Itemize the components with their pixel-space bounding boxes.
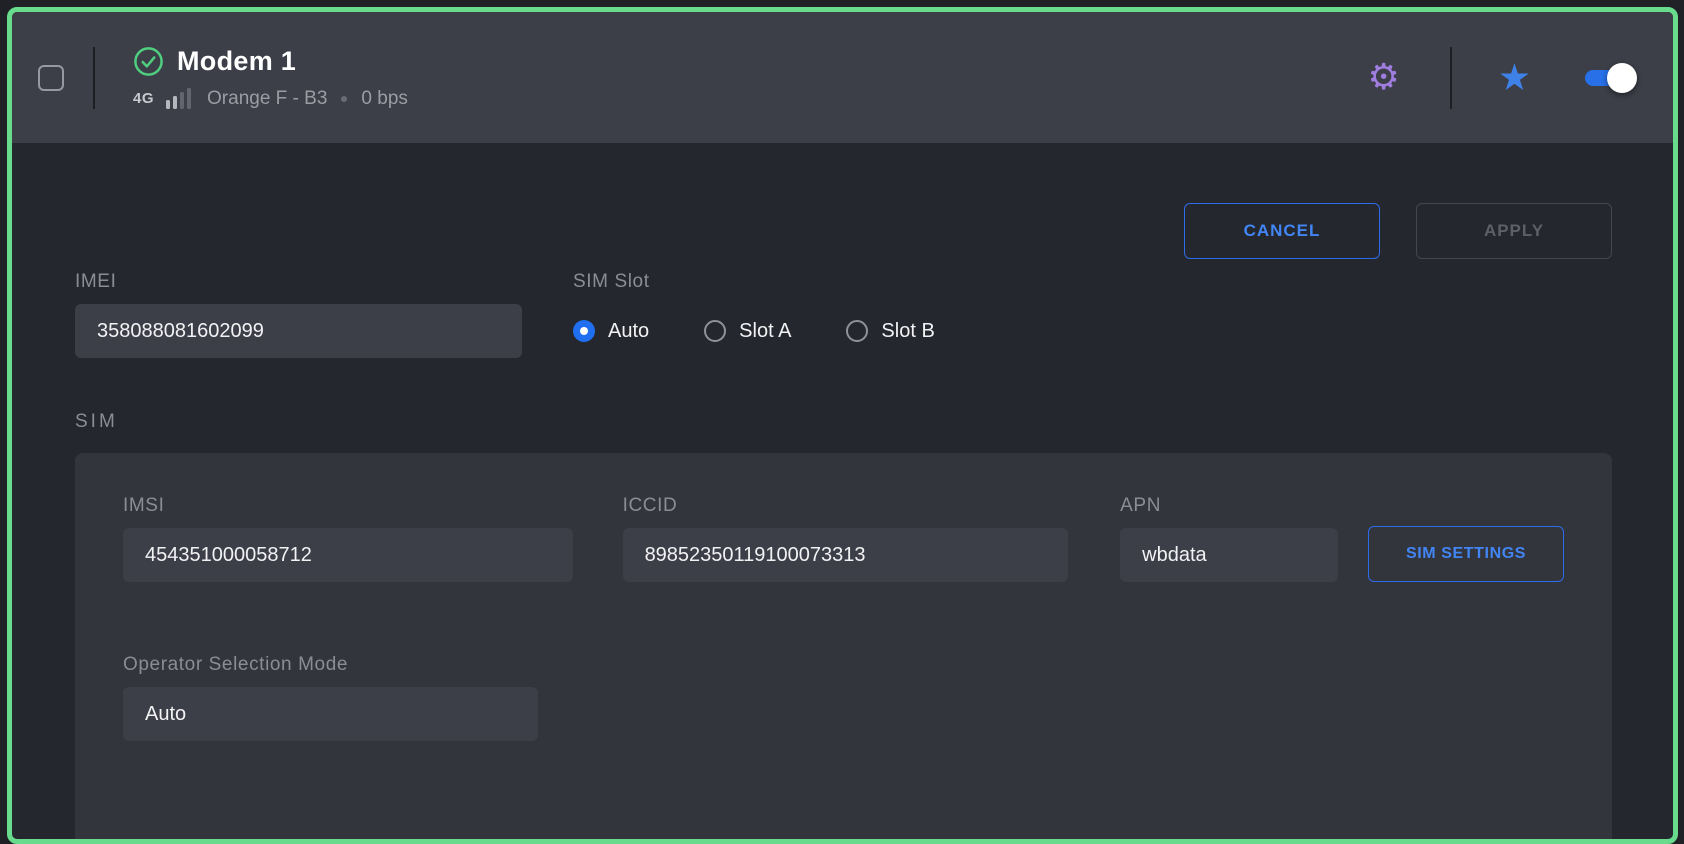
network-type-badge: 4G [133, 90, 154, 107]
header-divider [1450, 47, 1452, 109]
apn-field-group: APN [1120, 495, 1338, 582]
radio-icon [846, 320, 868, 342]
modem-header: Modem 1 4G Orange F - B3 0 bps ⚙ ★ [12, 12, 1673, 143]
radio-label: Slot A [739, 320, 791, 343]
radio-icon [573, 320, 595, 342]
operator-mode-label: Operator Selection Mode [123, 654, 538, 676]
modem-card: Modem 1 4G Orange F - B3 0 bps ⚙ ★ [7, 7, 1678, 844]
signal-strength-icon [166, 88, 191, 109]
modem-identity: Modem 1 4G Orange F - B3 0 bps [133, 46, 408, 110]
status-ok-icon [133, 46, 164, 77]
header-divider [93, 47, 95, 109]
form-actions: CANCEL APPLY [75, 203, 1612, 259]
operator-mode-input[interactable] [123, 687, 538, 741]
imei-field-group: IMEI [75, 271, 522, 358]
header-actions: ⚙ ★ [1368, 47, 1631, 109]
operator-mode-group: Operator Selection Mode [123, 654, 538, 741]
modem-settings-form: CANCEL APPLY IMEI SIM Slot Auto Slot A [12, 143, 1673, 844]
sim-slot-group: SIM Slot Auto Slot A Slot B [573, 271, 935, 358]
sim-slot-label: SIM Slot [573, 271, 935, 293]
modem-title: Modem 1 [177, 46, 296, 77]
iccid-input[interactable] [623, 528, 1069, 582]
dot-separator [341, 96, 347, 102]
operator-name: Orange F - B3 [207, 88, 327, 110]
favorite-star-icon[interactable]: ★ [1498, 59, 1531, 96]
modem-enable-toggle[interactable] [1585, 70, 1631, 86]
radio-label: Auto [608, 320, 649, 343]
sim-slot-radio-auto[interactable]: Auto [573, 320, 649, 343]
imsi-label: IMSI [123, 495, 573, 517]
radio-label: Slot B [881, 320, 934, 343]
select-modem-checkbox[interactable] [38, 65, 64, 91]
sim-slot-radio-slot-a[interactable]: Slot A [704, 320, 791, 343]
settings-gear-icon[interactable]: ⚙ [1368, 60, 1400, 96]
imei-input[interactable] [75, 304, 522, 358]
sim-panel: IMSI ICCID APN SIM SETTINGS Operator Sel… [75, 453, 1612, 844]
iccid-field-group: ICCID [623, 495, 1069, 582]
throughput-value: 0 bps [361, 88, 407, 110]
iccid-label: ICCID [623, 495, 1069, 517]
apn-label: APN [1120, 495, 1338, 517]
sim-section-label: SIM [75, 411, 1612, 433]
apn-input[interactable] [1120, 528, 1338, 582]
imsi-field-group: IMSI [123, 495, 573, 582]
sim-settings-button[interactable]: SIM SETTINGS [1368, 526, 1564, 582]
apply-button[interactable]: APPLY [1416, 203, 1612, 259]
sim-slot-radio-slot-b[interactable]: Slot B [846, 320, 934, 343]
imsi-input[interactable] [123, 528, 573, 582]
cancel-button[interactable]: CANCEL [1184, 203, 1380, 259]
toggle-knob [1607, 63, 1637, 93]
imei-label: IMEI [75, 271, 522, 293]
radio-icon [704, 320, 726, 342]
